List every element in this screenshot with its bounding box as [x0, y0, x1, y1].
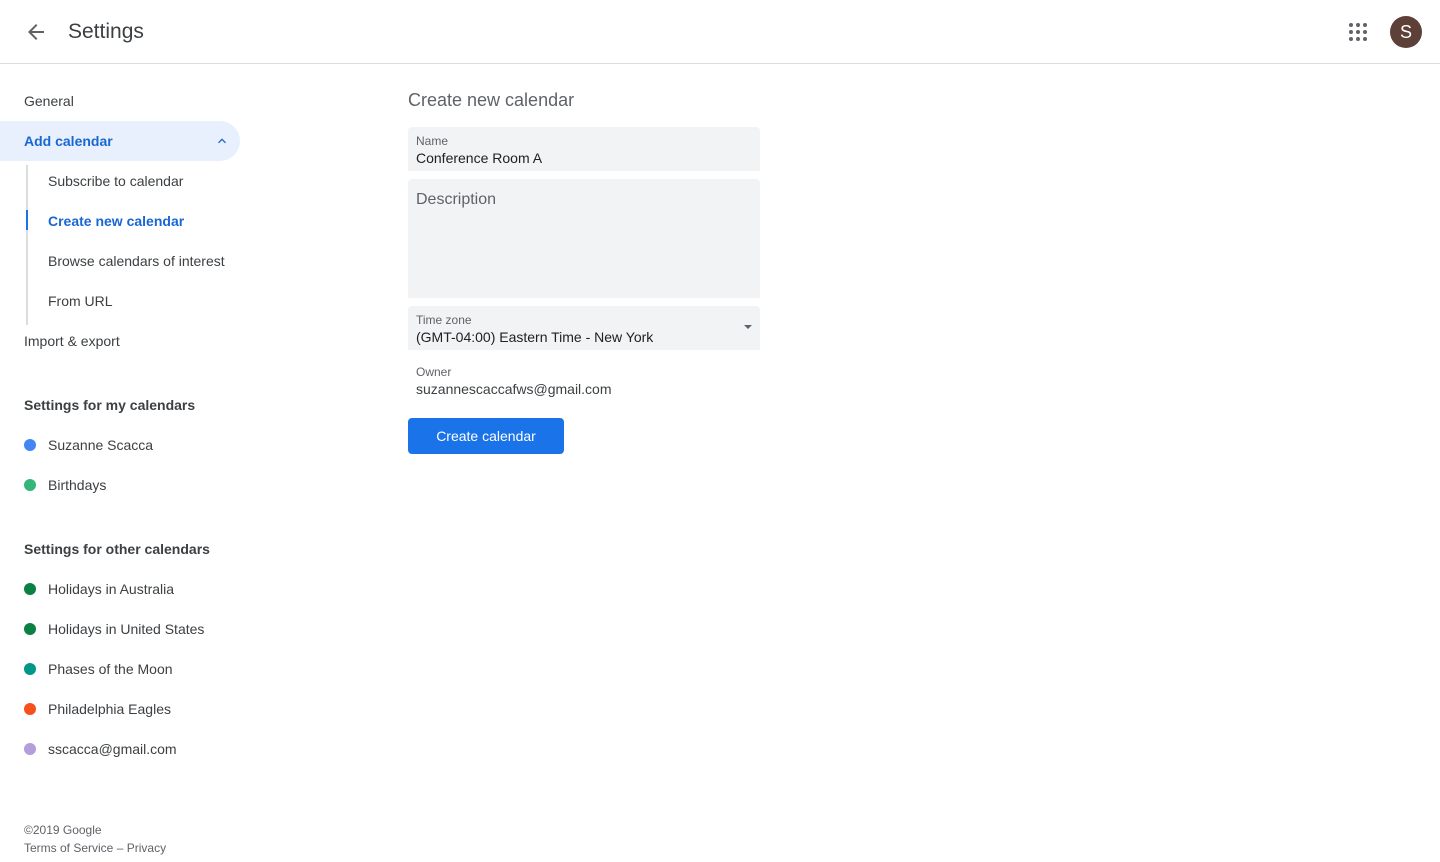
owner-label: Owner — [416, 365, 452, 379]
calendar-color-dot — [24, 439, 36, 451]
chevron-up-icon — [218, 138, 226, 144]
sidebar-item-calendar[interactable]: Philadelphia Eagles — [0, 689, 240, 729]
name-field[interactable]: Name Conference Room A — [408, 127, 760, 171]
sidebar-item-label: Browse calendars of interest — [48, 253, 225, 269]
calendar-color-dot — [24, 479, 36, 491]
apps-grid-icon — [1349, 23, 1367, 41]
sidebar-item-calendar[interactable]: Phases of the Moon — [0, 649, 240, 689]
sidebar-item-add-calendar[interactable]: Add calendar — [0, 121, 240, 161]
name-field-label: Name — [416, 134, 449, 148]
timezone-field-value: (GMT-04:00) Eastern Time - New York — [416, 329, 654, 345]
sidebar-item-label: Add calendar — [24, 133, 113, 149]
sidebar-item-label: Import & export — [24, 333, 120, 349]
sidebar-item-create-new-calendar[interactable]: Create new calendar — [0, 201, 240, 241]
google-apps-button[interactable] — [1338, 12, 1378, 52]
sidebar-item-import-export[interactable]: Import & export — [0, 321, 240, 361]
timezone-field-label: Time zone — [416, 313, 472, 327]
sidebar-item-calendar[interactable]: Suzanne Scacca — [0, 425, 240, 465]
calendar-color-dot — [24, 703, 36, 715]
sidebar-item-label: Subscribe to calendar — [48, 173, 184, 189]
calendar-color-dot — [24, 663, 36, 675]
calendar-name: Phases of the Moon — [48, 661, 173, 677]
page-title: Settings — [68, 20, 144, 43]
settings-sidebar: General Add calendar Subscribe to calend… — [0, 65, 260, 862]
arrow-back-icon — [28, 24, 44, 40]
calendar-name: Birthdays — [48, 477, 107, 493]
calendar-name: Philadelphia Eagles — [48, 701, 171, 717]
terms-of-service-link[interactable]: Terms of Service — [24, 841, 113, 855]
footer-links: Terms of Service – Privacy — [24, 841, 166, 855]
calendar-color-dot — [24, 743, 36, 755]
dropdown-arrow-icon — [744, 325, 752, 329]
description-field[interactable]: Description — [408, 179, 760, 298]
create-calendar-button[interactable]: Create calendar — [408, 418, 564, 454]
sidebar-item-label: From URL — [48, 293, 113, 309]
calendar-color-dot — [24, 583, 36, 595]
sidebar-item-calendar[interactable]: Birthdays — [0, 465, 240, 505]
description-placeholder: Description — [416, 191, 497, 208]
sidebar-item-label: Create new calendar — [48, 213, 185, 229]
calendar-name: sscacca@gmail.com — [48, 741, 177, 757]
owner-value: suzannescaccafws@gmail.com — [416, 381, 612, 397]
sidebar-item-calendar[interactable]: Holidays in Australia — [0, 569, 240, 609]
calendar-color-dot — [24, 623, 36, 635]
form-title: Create new calendar — [408, 90, 575, 110]
my-calendars-heading: Settings for my calendars — [24, 397, 196, 413]
sidebar-item-calendar[interactable]: Holidays in United States — [0, 609, 240, 649]
timezone-select[interactable]: Time zone (GMT-04:00) Eastern Time - New… — [408, 306, 760, 350]
sidebar-item-label: General — [24, 93, 74, 109]
back-button[interactable] — [16, 12, 56, 52]
top-app-bar: Settings S — [0, 0, 1440, 64]
sidebar-item-subscribe-to-calendar[interactable]: Subscribe to calendar — [0, 161, 240, 201]
sidebar-item-from-url[interactable]: From URL — [0, 281, 240, 321]
sidebar-item-general[interactable]: General — [0, 81, 240, 121]
copyright-text: ©2019 Google — [24, 823, 102, 837]
footer-separator: – — [116, 841, 124, 855]
privacy-link[interactable]: Privacy — [127, 841, 166, 855]
name-field-value[interactable]: Conference Room A — [416, 150, 542, 166]
other-calendars-heading: Settings for other calendars — [24, 541, 210, 557]
calendar-name: Suzanne Scacca — [48, 437, 154, 453]
account-avatar[interactable]: S — [1390, 16, 1422, 48]
sidebar-item-calendar[interactable]: sscacca@gmail.com — [0, 729, 240, 769]
sidebar-item-browse-calendars[interactable]: Browse calendars of interest — [0, 241, 240, 281]
calendar-name: Holidays in United States — [48, 621, 205, 637]
calendar-name: Holidays in Australia — [48, 581, 175, 597]
